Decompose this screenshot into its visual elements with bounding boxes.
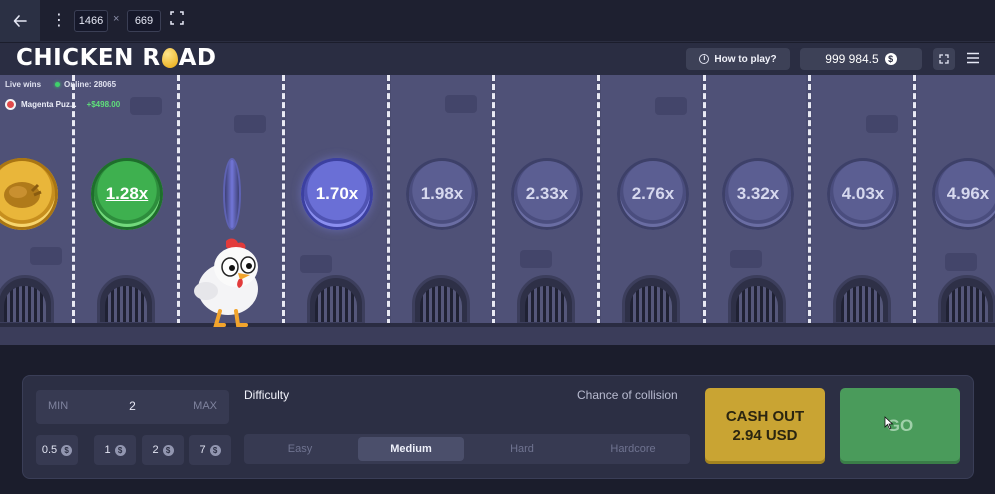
cash-out-label: CASH OUT xyxy=(725,408,805,425)
wall-brick xyxy=(730,250,762,268)
multiplier-coin: 2.76x xyxy=(617,158,689,230)
mouse-cursor-icon xyxy=(884,416,894,430)
quick-bet-value: 1 xyxy=(104,444,111,456)
chicken-character xyxy=(194,238,258,327)
wall-brick xyxy=(945,253,977,271)
live-wins-label: Live wins xyxy=(5,80,42,89)
height-input[interactable]: 669 xyxy=(127,10,161,32)
multiplier-coin: 1.98x xyxy=(406,158,478,230)
viewport-toolbar: ⋮ 1466 × 669 xyxy=(0,0,995,42)
sewer-grate xyxy=(938,275,995,325)
arrow-left-icon xyxy=(13,15,27,27)
live-win-item: Magenta Puz... +$498.00 xyxy=(5,99,120,110)
multiplier-coin: 4.03x xyxy=(827,158,899,230)
width-input[interactable]: 1466 xyxy=(74,10,108,32)
lane-divider xyxy=(492,75,495,325)
dollar-coin-icon: $ xyxy=(162,444,174,456)
lane-divider xyxy=(703,75,706,325)
dollar-coin-icon: $ xyxy=(61,444,73,456)
difficulty-hard-tab[interactable]: Hard xyxy=(469,437,575,461)
quick-bet-value: 7 xyxy=(199,444,206,456)
online-count: Online: 28065 xyxy=(64,80,117,89)
sewer-grate xyxy=(517,275,575,325)
road-base xyxy=(0,327,995,345)
wall-brick xyxy=(655,97,687,115)
lane-divider xyxy=(282,75,285,325)
win-amount: +$498.00 xyxy=(86,100,121,109)
difficulty-label: Difficulty xyxy=(244,388,290,402)
wall-brick xyxy=(445,95,477,113)
quick-bet-button[interactable]: 2 $ xyxy=(142,435,184,465)
flipping-coin xyxy=(223,158,241,230)
quick-bet-button[interactable]: 7 $ xyxy=(189,435,231,465)
sewer-grate xyxy=(728,275,786,325)
cash-out-amount: 2.94 USD xyxy=(732,427,798,444)
user-avatar xyxy=(5,99,16,110)
lane-divider xyxy=(597,75,600,325)
how-to-play-button[interactable]: i How to play? xyxy=(686,48,790,70)
wall-brick xyxy=(866,115,898,133)
info-icon: i xyxy=(699,54,710,64)
dollar-coin-icon: $ xyxy=(884,53,897,65)
collision-chance-label: Chance of collision xyxy=(577,388,678,402)
lane-divider xyxy=(387,75,390,325)
logo-text-end: AD xyxy=(178,45,217,71)
more-options-icon[interactable]: ⋮ xyxy=(51,11,67,31)
wall-brick xyxy=(300,255,332,273)
difficulty-hardcore-tab[interactable]: Hardcore xyxy=(580,437,686,461)
quick-bet-button[interactable]: 1 $ xyxy=(94,435,136,465)
sewer-grate xyxy=(307,275,365,325)
balance-value: 999 984.5 xyxy=(825,52,879,66)
egg-icon xyxy=(161,48,178,68)
wall-brick xyxy=(130,97,162,115)
cash-out-button[interactable]: CASH OUT 2.94 USD xyxy=(705,388,825,464)
difficulty-easy-tab[interactable]: Easy xyxy=(247,437,353,461)
quick-bet-button[interactable]: 0.5 $ xyxy=(36,435,78,465)
sewer-grate xyxy=(622,275,680,325)
dollar-coin-icon: $ xyxy=(114,444,126,456)
multiplier-coin: 1.70x xyxy=(301,158,373,230)
multiplier-coin: 4.96x xyxy=(932,158,995,230)
sewer-grate xyxy=(97,275,155,325)
wall-brick xyxy=(234,115,266,133)
wall-brick xyxy=(520,250,552,268)
lane-divider xyxy=(913,75,916,325)
balance-display: 999 984.5 $ xyxy=(800,48,922,70)
dimension-separator: × xyxy=(113,13,120,25)
difficulty-medium-tab[interactable]: Medium xyxy=(358,437,464,461)
multiplier-coin: 1.28x xyxy=(91,158,163,230)
expand-icon xyxy=(939,54,949,64)
fullscreen-icon[interactable] xyxy=(170,11,184,25)
online-status-icon xyxy=(55,82,60,87)
quick-bet-value: 2 xyxy=(152,444,159,456)
expand-button[interactable] xyxy=(933,48,955,70)
dollar-coin-icon: $ xyxy=(209,444,221,456)
win-username: Magenta Puz... xyxy=(21,100,77,109)
lane-divider xyxy=(808,75,811,325)
lane-divider xyxy=(177,75,180,325)
bet-min-button[interactable]: MIN xyxy=(48,400,68,412)
bet-max-button[interactable]: MAX xyxy=(193,400,217,412)
bet-amount-stepper: 2 MIN MAX xyxy=(36,390,229,424)
multiplier-coin: 3.32x xyxy=(722,158,794,230)
online-counter: Online: 28065 xyxy=(55,80,116,89)
sewer-grate xyxy=(412,275,470,325)
game-logo: CHICKEN R AD xyxy=(16,45,216,71)
multiplier-coin: 2.33x xyxy=(511,158,583,230)
back-button[interactable] xyxy=(0,0,40,42)
sewer-grate xyxy=(833,275,891,325)
quick-bet-value: 0.5 xyxy=(41,444,58,456)
lane-divider xyxy=(72,75,75,325)
logo-text-start: CHICKEN R xyxy=(16,45,161,71)
hamburger-menu-icon[interactable] xyxy=(966,52,980,64)
roast-chicken-icon xyxy=(4,182,42,208)
difficulty-selector: Easy Medium Hard Hardcore xyxy=(244,434,690,464)
game-scene: 1.28x 1.70x 1.98x 2.33x 2.76x 3.32x 4.03… xyxy=(0,75,995,345)
how-to-play-label: How to play? xyxy=(714,53,777,65)
go-button[interactable]: GO xyxy=(840,388,960,464)
wall-brick xyxy=(30,247,62,265)
